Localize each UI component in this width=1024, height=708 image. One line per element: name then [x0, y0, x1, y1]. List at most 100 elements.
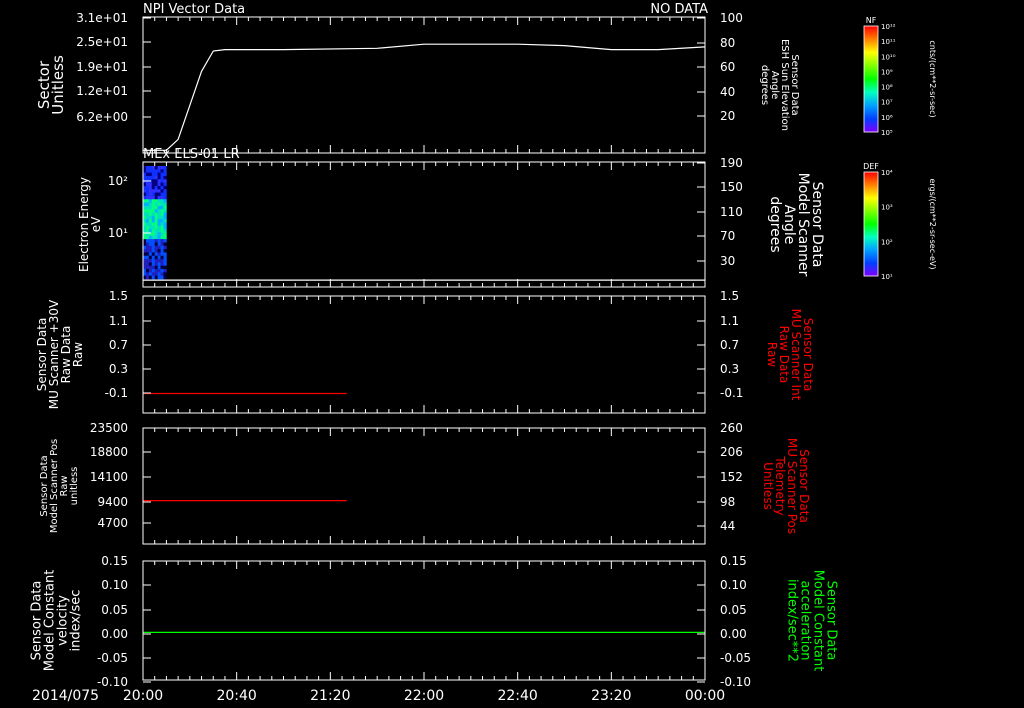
heatmap-cell	[151, 179, 156, 183]
y-axis-label-line: unitless	[69, 467, 80, 506]
y-tick-label-left: 1.1	[109, 314, 128, 328]
y-tick-label-right: 30	[720, 254, 735, 268]
heatmap-cell	[163, 252, 167, 257]
y-axis-label-line: index/sec**2	[785, 579, 800, 662]
heatmap-cell	[163, 202, 167, 207]
heatmap-cell	[151, 192, 156, 197]
heatmap-cell	[163, 225, 167, 230]
heatmap-cell	[154, 229, 158, 233]
heatmap-cell	[160, 239, 164, 243]
heatmap-cell	[160, 166, 164, 170]
y-tick-label-right: -0.1	[720, 386, 743, 400]
heatmap-cell	[148, 182, 153, 187]
heatmap-cell	[151, 182, 156, 187]
y-tick-label-left: 4700	[97, 516, 128, 530]
y-tick-label-left: 0.3	[109, 362, 128, 376]
y-tick-label-right: 1.1	[720, 314, 739, 328]
heatmap-cell	[145, 275, 150, 280]
heatmap-cell	[151, 235, 156, 240]
heatmap-cell	[151, 255, 156, 260]
y-tick-label-left: 23500	[90, 421, 128, 435]
heatmap-cell	[148, 195, 153, 200]
date-label: 2014/075	[32, 688, 99, 704]
heatmap-cell	[163, 232, 167, 237]
y-tick-label-left: 10¹	[108, 226, 128, 240]
heatmap-cell	[160, 215, 164, 220]
heatmap-cell	[157, 249, 161, 253]
heatmap-cell	[157, 242, 161, 247]
heatmap-cell	[145, 252, 150, 257]
colorbar-tick-label: 10²	[881, 238, 893, 246]
heatmap-cell	[148, 202, 153, 207]
heatmap-cell	[160, 262, 164, 267]
heatmap-cell	[163, 199, 167, 203]
heatmap-cell	[160, 232, 164, 237]
heatmap-cell	[145, 166, 150, 170]
heatmap-cell	[151, 205, 156, 210]
heatmap-cell	[154, 179, 158, 183]
x-tick-label: 22:00	[404, 688, 444, 704]
heatmap-cell	[145, 265, 150, 270]
heatmap-cell	[151, 172, 156, 177]
heatmap-cell	[163, 245, 167, 250]
heatmap-cell	[145, 175, 150, 180]
heatmap-cell	[151, 189, 156, 193]
heatmap-cell	[148, 275, 153, 280]
heatmap-cell	[163, 166, 167, 170]
heatmap-cell	[163, 215, 167, 220]
heatmap-cell	[145, 225, 150, 230]
heatmap-cell	[148, 215, 153, 220]
heatmap-cell	[148, 185, 153, 190]
y-axis-label-right: Sensor DataModel Constantaccelerationind…	[785, 570, 839, 672]
heatmap-cell	[160, 205, 164, 210]
colorbar-unit: cnts/(cm**2-sr-sec)	[928, 40, 937, 117]
heatmap-cell	[163, 212, 167, 217]
panel-title: MEx ELS-01 LR	[143, 147, 240, 162]
heatmap-cell	[160, 269, 164, 273]
heatmap-cell	[148, 269, 153, 273]
heatmap-cell	[154, 212, 158, 217]
heatmap-cell	[151, 195, 156, 200]
heatmap-cell	[151, 262, 156, 267]
heatmap-cell	[148, 245, 153, 250]
heatmap-cell	[151, 242, 156, 247]
heatmap-cell	[154, 219, 158, 223]
heatmap-cell	[163, 242, 167, 247]
y-axis-label-line: Raw	[71, 342, 85, 367]
heatmap-cell	[154, 249, 158, 253]
heatmap-cell	[160, 212, 164, 217]
y-axis-label-left: SectorUnitless	[35, 55, 67, 115]
y-tick-label-right: 152	[720, 470, 743, 484]
y-tick-label-right: -0.10	[720, 675, 751, 689]
heatmap-cell	[157, 232, 161, 237]
heatmap-cell	[148, 259, 153, 263]
heatmap-cell	[151, 222, 156, 227]
y-tick-label-left: 3.1e+01	[76, 11, 128, 25]
heatmap-cell	[145, 245, 150, 250]
colorbar-tick-label: 10¹	[881, 273, 893, 281]
heatmap-cell	[151, 232, 156, 237]
y-tick-label-left: 2.5e+01	[76, 35, 128, 49]
y-tick-label-left: 1.5	[109, 289, 128, 303]
heatmap-cell	[145, 272, 150, 276]
heatmap-cell	[163, 189, 167, 193]
heatmap-cell	[148, 219, 153, 223]
heatmap-cell	[154, 166, 158, 170]
colorbar-tick-label: 10⁴	[881, 169, 893, 177]
heatmap-cell	[145, 199, 150, 203]
heatmap-cell	[145, 229, 150, 233]
heatmap-cell	[148, 199, 153, 203]
heatmap-cell	[151, 245, 156, 250]
heatmap-cell	[151, 275, 156, 280]
heatmap-cell	[157, 202, 161, 207]
heatmap-cell	[148, 229, 153, 233]
y-tick-label-right: 110	[720, 205, 743, 219]
x-tick-label: 20:00	[123, 688, 163, 704]
colorbar-tick-label: 10⁵	[881, 129, 893, 137]
heatmap-cell	[157, 272, 161, 276]
heatmap-cell	[157, 182, 161, 187]
heatmap-cell	[160, 182, 164, 187]
y-tick-label-right: 0.3	[720, 362, 739, 376]
y-tick-label-right: 0.00	[720, 627, 747, 641]
y-tick-label-right: 0.05	[720, 603, 747, 617]
